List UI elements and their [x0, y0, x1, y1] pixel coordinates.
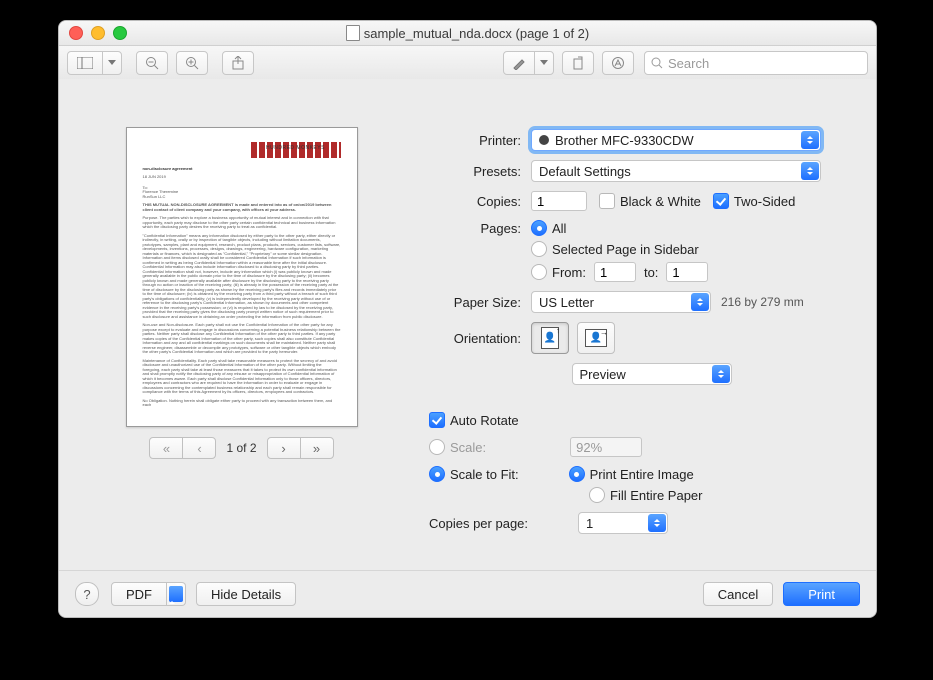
two-sided-checkbox[interactable]: [713, 193, 729, 209]
cancel-button[interactable]: Cancel: [703, 582, 773, 606]
hide-details-button[interactable]: Hide Details: [196, 582, 296, 606]
markup-button[interactable]: [602, 51, 634, 75]
highlight-icon: [512, 56, 526, 70]
orientation-portrait-button[interactable]: 👤↑: [531, 322, 569, 354]
zoom-out-button[interactable]: [136, 51, 168, 75]
section-select[interactable]: Preview: [572, 363, 732, 385]
print-entire-image-label: Print Entire Image: [590, 467, 694, 482]
black-white-checkbox[interactable]: [599, 193, 615, 209]
preview-page: non-disclosure agreement 18 JUN 2019 To:…: [126, 127, 358, 427]
chevron-updown-icon: [691, 293, 709, 311]
auto-rotate-label: Auto Rotate: [450, 413, 519, 428]
printer-status-icon: [539, 135, 549, 145]
scale-fit-radio[interactable]: [429, 466, 445, 482]
paper-size-hint: 216 by 279 mm: [721, 295, 804, 309]
black-white-label: Black & White: [620, 194, 701, 209]
pages-label: Pages:: [429, 221, 521, 236]
presets-select[interactable]: Default Settings: [531, 160, 821, 182]
markup-icon: [611, 56, 625, 70]
pages-all-radio[interactable]: [531, 220, 547, 236]
annotate-toggle[interactable]: [503, 51, 554, 75]
search-icon: [651, 57, 663, 69]
print-preview: non-disclosure agreement 18 JUN 2019 To:…: [99, 127, 384, 459]
scale-input: [570, 437, 642, 457]
zoom-out-icon: [145, 56, 159, 70]
paper-size-label: Paper Size:: [429, 295, 521, 310]
rotate-icon: [571, 56, 585, 70]
share-icon: [232, 56, 244, 70]
pages-selected-radio[interactable]: [531, 241, 547, 257]
copies-per-page-label: Copies per page:: [429, 516, 528, 531]
pages-from-label: From:: [552, 265, 586, 280]
next-page-button[interactable]: ›: [267, 437, 301, 459]
first-page-button[interactable]: «: [149, 437, 183, 459]
chevron-updown-icon: [801, 162, 819, 180]
printer-label: Printer:: [429, 133, 521, 148]
scale-fit-label: Scale to Fit:: [450, 467, 519, 482]
sidebar-toggle[interactable]: [67, 51, 122, 75]
person-icon: 👤: [544, 333, 556, 344]
chevron-updown-icon: [801, 131, 819, 149]
search-placeholder: Search: [668, 56, 709, 71]
pages-to-input[interactable]: [666, 262, 708, 282]
last-page-button[interactable]: »: [300, 437, 334, 459]
chevron-down-icon: [169, 586, 183, 602]
search-input[interactable]: Search: [644, 51, 868, 75]
arrow-up-icon: ↑: [556, 326, 560, 335]
pdf-menu-button[interactable]: PDF: [111, 582, 186, 606]
rotate-button[interactable]: [562, 51, 594, 75]
print-options-form: Printer: Brother MFC-9330CDW Presets: De…: [429, 129, 834, 543]
print-dialog-window: sample_mutual_nda.docx (page 1 of 2): [58, 20, 877, 618]
copies-input[interactable]: [531, 191, 587, 211]
copies-label: Copies:: [429, 194, 521, 209]
toolbar: Search: [59, 46, 876, 81]
share-button[interactable]: [222, 51, 254, 75]
fill-entire-paper-label: Fill Entire Paper: [610, 488, 702, 503]
print-button[interactable]: Print: [783, 582, 860, 606]
auto-rotate-checkbox[interactable]: [429, 412, 445, 428]
help-button[interactable]: ?: [75, 582, 99, 606]
titlebar: sample_mutual_nda.docx (page 1 of 2): [59, 21, 876, 46]
pages-from-input[interactable]: [594, 262, 636, 282]
scale-radio[interactable]: [429, 439, 445, 455]
presets-label: Presets:: [429, 164, 521, 179]
document-icon: [346, 25, 360, 41]
pages-from-radio[interactable]: [531, 264, 547, 280]
orientation-landscape-button[interactable]: 👤→: [577, 322, 615, 354]
pages-to-label: to:: [644, 265, 658, 280]
window-title: sample_mutual_nda.docx (page 1 of 2): [364, 26, 589, 41]
fill-entire-paper-radio[interactable]: [589, 487, 605, 503]
printer-select[interactable]: Brother MFC-9330CDW: [531, 129, 821, 151]
page-indicator: 1 of 2: [226, 441, 256, 455]
scale-label: Scale:: [450, 440, 486, 455]
arrow-right-icon: →: [600, 328, 608, 337]
copies-per-page-select[interactable]: 1: [578, 512, 668, 534]
pages-selected-label: Selected Page in Sidebar: [552, 242, 699, 257]
chevron-updown-icon: [648, 514, 666, 532]
logo: [251, 142, 341, 158]
two-sided-label: Two-Sided: [734, 194, 795, 209]
print-entire-image-radio[interactable]: [569, 466, 585, 482]
orientation-label: Orientation:: [429, 331, 521, 346]
zoom-in-button[interactable]: [176, 51, 208, 75]
pages-all-label: All: [552, 221, 566, 236]
zoom-in-icon: [185, 56, 199, 70]
chevron-updown-icon: [712, 365, 730, 383]
paper-size-select[interactable]: US Letter: [531, 291, 711, 313]
prev-page-button[interactable]: ‹: [182, 437, 216, 459]
dialog-footer: ? PDF Hide Details Cancel Print: [59, 570, 876, 617]
